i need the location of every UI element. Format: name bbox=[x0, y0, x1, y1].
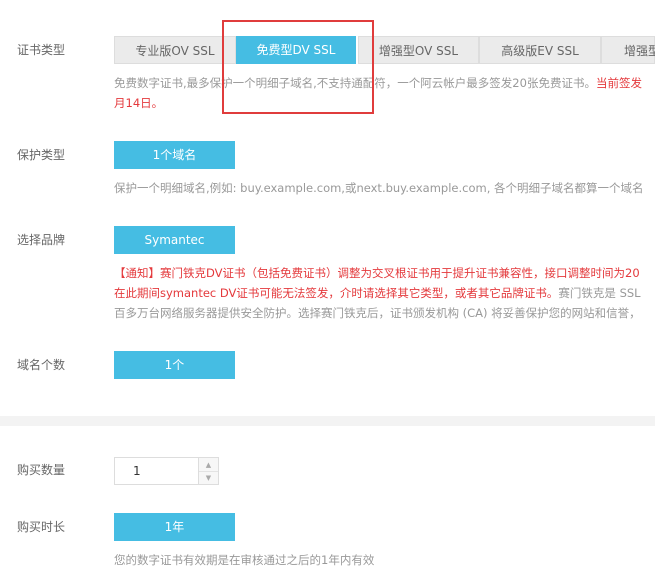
cert-type-description-cont: 月14日。 bbox=[114, 96, 164, 110]
quantity-spinner: ▲ ▼ bbox=[198, 458, 218, 484]
tab-enhanced-truncated[interactable]: 增强型 bbox=[601, 36, 655, 64]
brand-notice-line2: 在此期间symantec DV证书可能无法签发，介时请选择其它类型，或者其它品牌… bbox=[114, 286, 641, 300]
quantity-label: 购买数量 bbox=[17, 463, 66, 477]
increment-arrow-icon[interactable]: ▲ bbox=[199, 458, 218, 472]
brand-notice-line1: 【通知】赛门铁克DV证书（包括免费证书）调整为交叉根证书用于提升证书兼容性，接口… bbox=[114, 266, 640, 280]
tab-pro-ov-ssl[interactable]: 专业版OV SSL bbox=[114, 36, 236, 64]
quantity-input[interactable] bbox=[115, 458, 197, 484]
domain-count-label: 域名个数 bbox=[17, 358, 66, 372]
highlight-box bbox=[222, 20, 374, 114]
domain-count-button[interactable]: 1个 bbox=[114, 351, 235, 379]
cert-type-description: 免费数字证书,最多保护一个明细子域名,不支持通配符，一个阿云帐户最多签发20张免… bbox=[114, 76, 642, 90]
brand-notice-line3: 百多万台网络服务器提供安全防护。选择赛门铁克后，证书颁发机构 (CA) 将妥善保… bbox=[114, 306, 641, 320]
quantity-stepper: ▲ ▼ bbox=[114, 457, 219, 485]
duration-label: 购买时长 bbox=[17, 520, 66, 534]
brand-label: 选择品牌 bbox=[17, 233, 66, 247]
protect-type-label: 保护类型 bbox=[17, 148, 66, 162]
brand-symantec-button[interactable]: Symantec bbox=[114, 226, 235, 254]
cert-type-label: 证书类型 bbox=[17, 43, 66, 57]
protect-type-hint: 保护一个明细域名,例如: buy.example.com,或next.buy.e… bbox=[114, 181, 644, 195]
tab-advanced-ev-ssl[interactable]: 高级版EV SSL bbox=[479, 36, 601, 64]
protect-one-domain-button[interactable]: 1个域名 bbox=[114, 141, 235, 169]
decrement-arrow-icon[interactable]: ▼ bbox=[199, 471, 218, 484]
tab-enhanced-ov-ssl[interactable]: 增强型OV SSL bbox=[358, 36, 479, 64]
duration-one-year-button[interactable]: 1年 bbox=[114, 513, 235, 541]
duration-hint: 您的数字证书有效期是在审核通过之后的1年内有效 bbox=[114, 553, 375, 567]
